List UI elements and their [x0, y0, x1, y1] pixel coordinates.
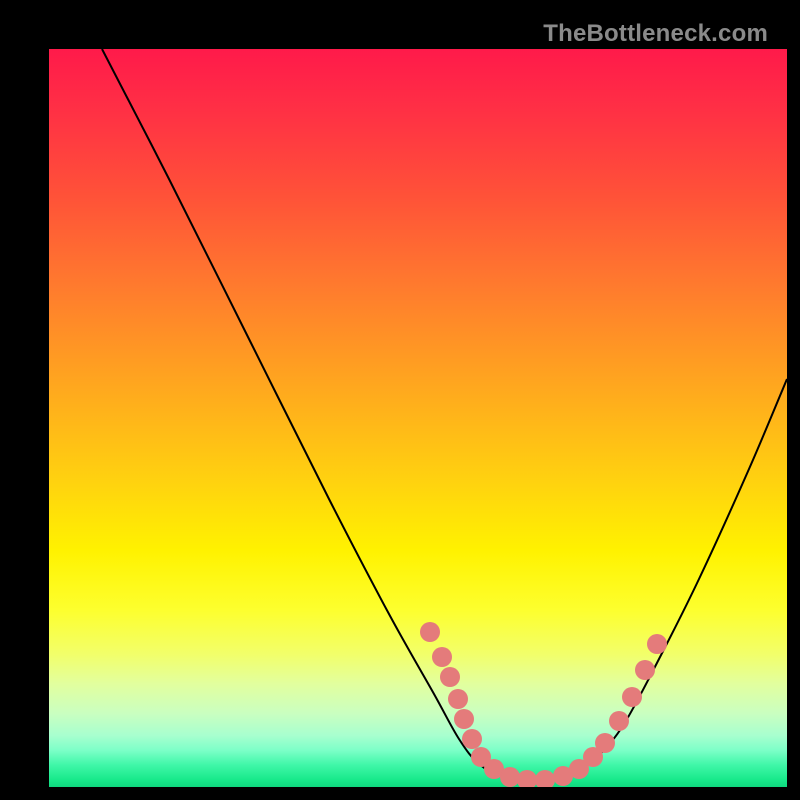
marker-dot [535, 770, 555, 787]
marker-dot [635, 660, 655, 680]
marker-dot [462, 729, 482, 749]
outer-frame: TheBottleneck.com [18, 18, 782, 782]
marker-dot [647, 634, 667, 654]
watermark-text: TheBottleneck.com [543, 20, 768, 48]
marker-dot [595, 733, 615, 753]
marker-dot [440, 667, 460, 687]
marker-dot [517, 770, 537, 787]
marker-dot [454, 709, 474, 729]
marker-dot [420, 622, 440, 642]
marker-dot [432, 647, 452, 667]
marker-dot [448, 689, 468, 709]
marker-group [420, 622, 667, 787]
curve-layer [49, 49, 787, 787]
marker-dot [500, 767, 520, 787]
plot-area [49, 49, 787, 787]
marker-dot [622, 687, 642, 707]
marker-dot [609, 711, 629, 731]
